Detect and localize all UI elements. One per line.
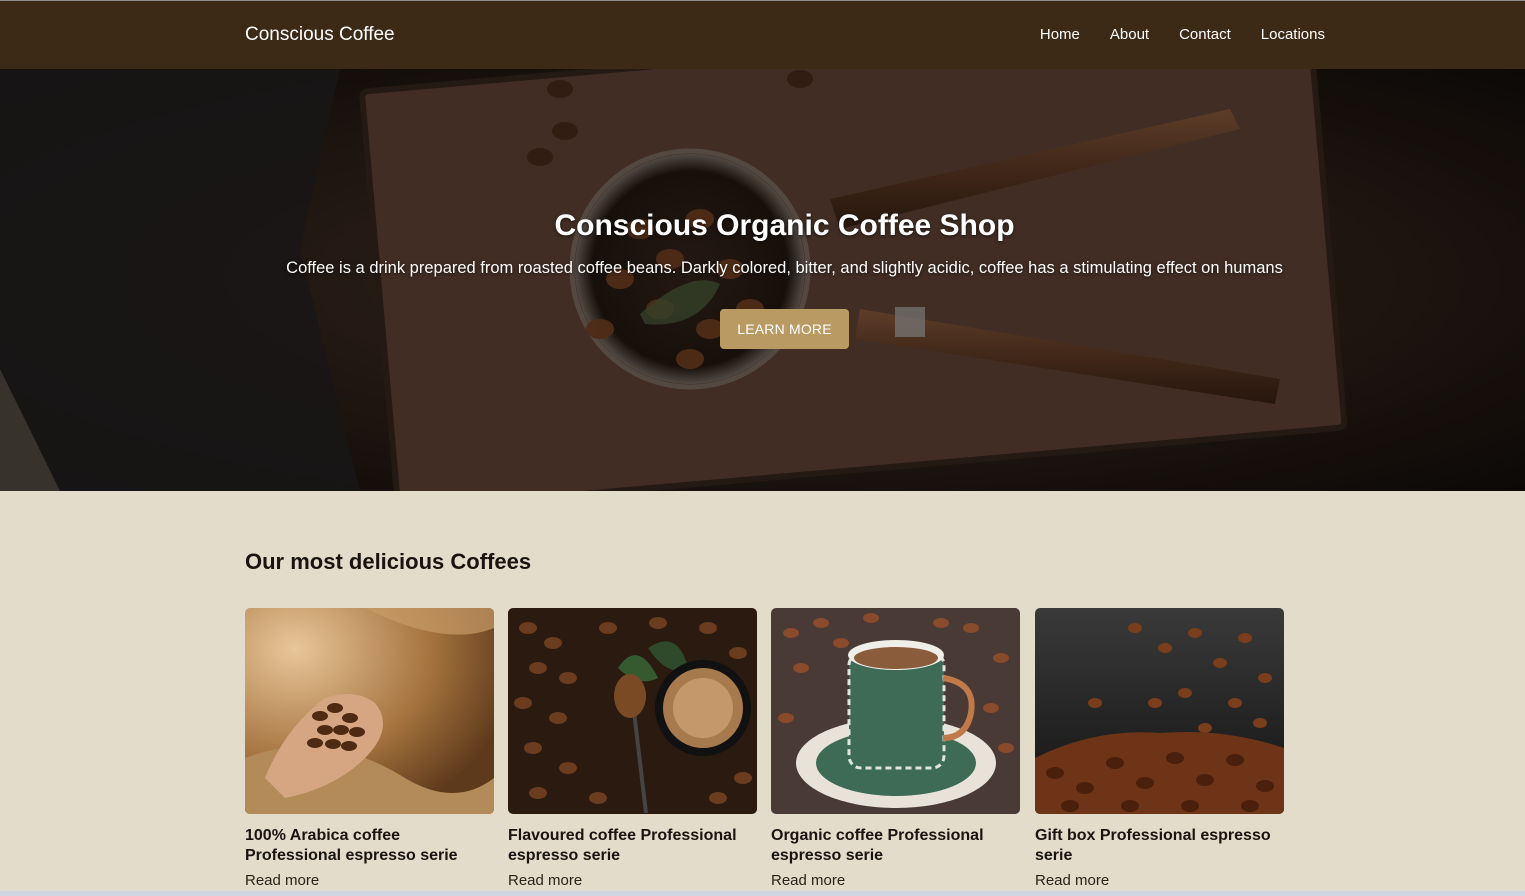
hero-banner: Conscious Organic Coffee Shop Coffee is … [0, 69, 1525, 491]
learn-more-button[interactable]: LEARN MORE [720, 309, 849, 349]
product-card-arabica: 100% Arabica coffee Professional espress… [245, 608, 494, 889]
nav-item-about: About [1110, 26, 1149, 44]
product-image-gift-box[interactable] [1035, 608, 1284, 814]
nav-link-home[interactable]: Home [1040, 26, 1080, 43]
nav-link-locations[interactable]: Locations [1261, 26, 1325, 43]
nav-link-contact[interactable]: Contact [1179, 26, 1231, 43]
window-bottom-border [0, 891, 1525, 896]
nav-link-about[interactable]: About [1110, 26, 1149, 43]
brand-logo-link[interactable]: Conscious Coffee [245, 1, 395, 69]
product-image-arabica[interactable] [245, 608, 494, 814]
product-image-flavoured[interactable] [508, 608, 757, 814]
product-title: Gift box Professional espresso serie [1035, 827, 1271, 864]
read-more-link[interactable]: Read more [1035, 872, 1284, 889]
hero-overlay [0, 69, 1525, 491]
product-image-organic[interactable] [771, 608, 1020, 814]
hero-title: Conscious Organic Coffee Shop [554, 209, 1015, 242]
nav-item-contact: Contact [1179, 26, 1231, 44]
hero-description: Coffee is a drink prepared from roasted … [286, 259, 1283, 277]
product-card-gift-box: Gift box Professional espresso serie Rea… [1035, 608, 1284, 889]
nav-item-locations: Locations [1261, 26, 1325, 44]
navbar: Conscious Coffee Home About Contact Loca… [0, 1, 1525, 69]
nav-item-home: Home [1040, 26, 1080, 44]
read-more-link[interactable]: Read more [508, 872, 757, 889]
product-title: 100% Arabica coffee Professional espress… [245, 827, 458, 864]
read-more-link[interactable]: Read more [245, 872, 494, 889]
product-card-organic: Organic coffee Professional espresso ser… [771, 608, 1020, 889]
nav-links: Home About Contact Locations [1040, 1, 1325, 69]
product-card-flavoured: Flavoured coffee Professional espresso s… [508, 608, 757, 889]
product-title: Flavoured coffee Professional espresso s… [508, 827, 737, 864]
product-title: Organic coffee Professional espresso ser… [771, 827, 984, 864]
read-more-link[interactable]: Read more [771, 872, 1020, 889]
products-heading: Our most delicious Coffees [245, 549, 532, 574]
